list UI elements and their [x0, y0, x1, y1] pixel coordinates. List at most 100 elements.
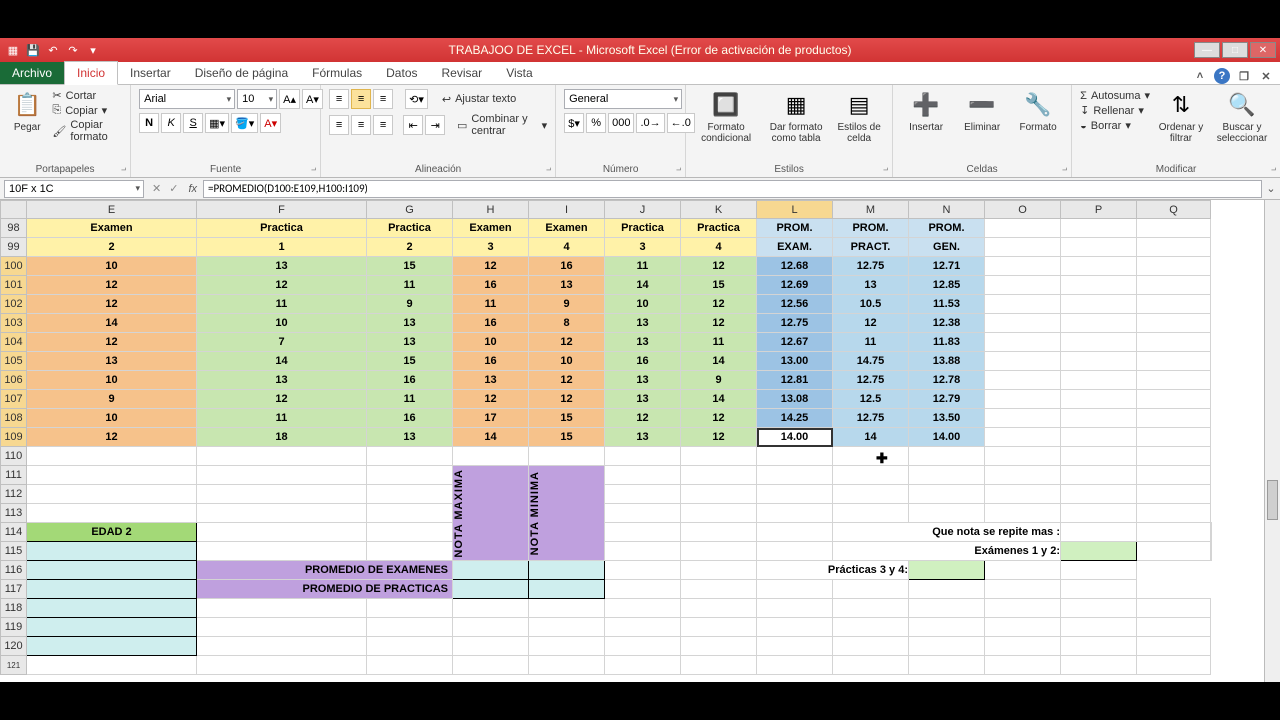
row-header-109[interactable]: 109	[1, 428, 27, 447]
cell-Q104[interactable]	[1137, 333, 1211, 352]
cell-G109[interactable]: 13	[367, 428, 453, 447]
cell-Q106[interactable]	[1137, 371, 1211, 390]
cell-Q108[interactable]	[1137, 409, 1211, 428]
maximize-button[interactable]: □	[1222, 42, 1248, 58]
increase-decimal-button[interactable]: .0→	[636, 113, 664, 133]
cell-K105[interactable]: 14	[681, 352, 757, 371]
cell-P106[interactable]	[1061, 371, 1137, 390]
row-header-104[interactable]: 104	[1, 333, 27, 352]
close-button[interactable]: ✕	[1250, 42, 1276, 58]
cell[interactable]	[1061, 238, 1137, 257]
cell-P101[interactable]	[1061, 276, 1137, 295]
cell-J103[interactable]: 13	[605, 314, 681, 333]
undo-icon[interactable]: ↶	[44, 41, 62, 59]
cell-O105[interactable]	[985, 352, 1061, 371]
cell-Q109[interactable]	[1137, 428, 1211, 447]
cell[interactable]: PRACT.	[833, 238, 909, 257]
cell-P104[interactable]	[1061, 333, 1137, 352]
cell-O104[interactable]	[985, 333, 1061, 352]
cell-Q105[interactable]	[1137, 352, 1211, 371]
tab-formulas[interactable]: Fórmulas	[300, 62, 374, 84]
cell-L101[interactable]: 12.69	[757, 276, 833, 295]
cell-L103[interactable]: 12.75	[757, 314, 833, 333]
cell-I101[interactable]: 13	[529, 276, 605, 295]
practicas34-value[interactable]	[909, 561, 985, 580]
cell-P103[interactable]	[1061, 314, 1137, 333]
increase-indent-button[interactable]: ⇥	[425, 115, 445, 135]
cell-O101[interactable]	[985, 276, 1061, 295]
col-header-G[interactable]: G	[367, 201, 453, 219]
align-bottom-button[interactable]: ≡	[373, 89, 393, 109]
fx-icon[interactable]: fx	[182, 183, 203, 195]
insert-cells-button[interactable]: ➕Insertar	[901, 89, 951, 134]
cell-F101[interactable]: 12	[197, 276, 367, 295]
percent-button[interactable]: %	[586, 113, 606, 133]
cell[interactable]: GEN.	[909, 238, 985, 257]
cell[interactable]: PROM.	[909, 219, 985, 238]
comma-button[interactable]: 000	[608, 113, 634, 133]
cell-J109[interactable]: 13	[605, 428, 681, 447]
cell-I104[interactable]: 12	[529, 333, 605, 352]
cell-J105[interactable]: 16	[605, 352, 681, 371]
align-right-button[interactable]: ≡	[373, 115, 393, 135]
cell-N104[interactable]: 11.83	[909, 333, 985, 352]
cell-P100[interactable]	[1061, 257, 1137, 276]
tab-datos[interactable]: Datos	[374, 62, 429, 84]
cell-K104[interactable]: 11	[681, 333, 757, 352]
cell-J104[interactable]: 13	[605, 333, 681, 352]
cell-O103[interactable]	[985, 314, 1061, 333]
cell-Q100[interactable]	[1137, 257, 1211, 276]
cell-M103[interactable]: 12	[833, 314, 909, 333]
cell-J106[interactable]: 13	[605, 371, 681, 390]
col-header-E[interactable]: E	[27, 201, 197, 219]
cell[interactable]: 4	[681, 238, 757, 257]
cell-N103[interactable]: 12.38	[909, 314, 985, 333]
cell-O109[interactable]	[985, 428, 1061, 447]
copy-button[interactable]: ⎘Copiar ▾	[52, 104, 122, 117]
cell-P109[interactable]	[1061, 428, 1137, 447]
file-tab[interactable]: Archivo	[0, 62, 64, 84]
cell-O108[interactable]	[985, 409, 1061, 428]
col-header-N[interactable]: N	[909, 201, 985, 219]
cell[interactable]: Practica	[367, 219, 453, 238]
cell-O107[interactable]	[985, 390, 1061, 409]
align-left-button[interactable]: ≡	[329, 115, 349, 135]
cell-M108[interactable]: 12.75	[833, 409, 909, 428]
cell[interactable]: PROM.	[833, 219, 909, 238]
cell[interactable]: 2	[27, 238, 197, 257]
cell-J108[interactable]: 12	[605, 409, 681, 428]
cell-E109[interactable]: 12	[27, 428, 197, 447]
format-painter-button[interactable]: 🖌Copiar formato	[52, 119, 122, 143]
cut-button[interactable]: ✂Cortar	[52, 89, 122, 102]
cell-E107[interactable]: 9	[27, 390, 197, 409]
cell[interactable]: 2	[367, 238, 453, 257]
cell-H100[interactable]: 12	[453, 257, 529, 276]
cell[interactable]: 3	[605, 238, 681, 257]
paste-button[interactable]: 📋 Pegar	[8, 89, 46, 134]
edad2-label[interactable]: EDAD 2	[27, 523, 197, 542]
cell-N100[interactable]: 12.71	[909, 257, 985, 276]
cell-G100[interactable]: 15	[367, 257, 453, 276]
formula-input[interactable]: =PROMEDIO(D100:E109,H100:I109)	[203, 180, 1262, 198]
cell-I100[interactable]: 16	[529, 257, 605, 276]
row-header-105[interactable]: 105	[1, 352, 27, 371]
cell-F105[interactable]: 14	[197, 352, 367, 371]
italic-button[interactable]: K	[161, 113, 181, 133]
cell-L100[interactable]: 12.68	[757, 257, 833, 276]
col-header-I[interactable]: I	[529, 201, 605, 219]
row-header-107[interactable]: 107	[1, 390, 27, 409]
delete-cells-button[interactable]: ➖Eliminar	[957, 89, 1007, 134]
cell-F108[interactable]: 11	[197, 409, 367, 428]
cell-I102[interactable]: 9	[529, 295, 605, 314]
align-center-button[interactable]: ≡	[351, 115, 371, 135]
minimize-ribbon-icon[interactable]: ˄	[1192, 68, 1208, 84]
format-cells-button[interactable]: 🔧Formato	[1013, 89, 1063, 134]
cell-L105[interactable]: 13.00	[757, 352, 833, 371]
accept-formula-icon[interactable]: ✓	[165, 182, 182, 195]
col-header-P[interactable]: P	[1061, 201, 1137, 219]
cell-M105[interactable]: 14.75	[833, 352, 909, 371]
cell-L106[interactable]: 12.81	[757, 371, 833, 390]
cell-G104[interactable]: 13	[367, 333, 453, 352]
cell-H103[interactable]: 16	[453, 314, 529, 333]
row-header-103[interactable]: 103	[1, 314, 27, 333]
